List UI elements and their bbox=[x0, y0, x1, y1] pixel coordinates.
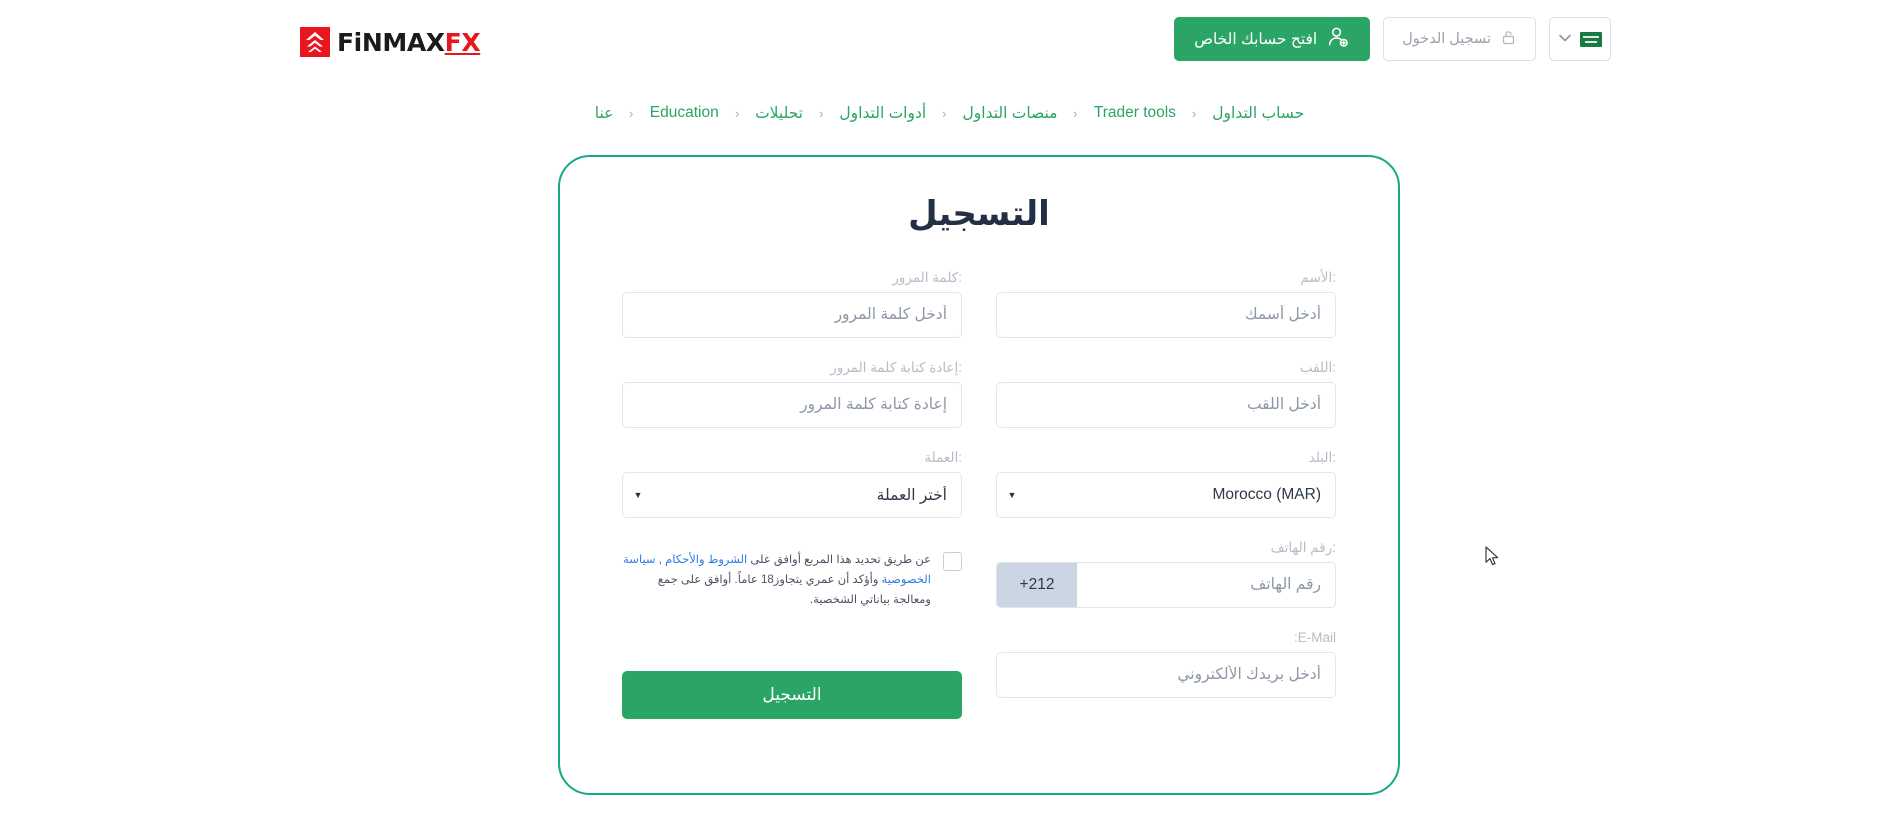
currency-select[interactable]: أختر العملة ▼ bbox=[622, 472, 962, 518]
registration-card: التسجيل :كلمة المرور :إعادة كتابة كلمة ا… bbox=[558, 155, 1400, 795]
nav-item-about-us[interactable]: عنا bbox=[579, 104, 630, 123]
terms-agreement: عن طريق تحديد هذا المربع أوافق على الشرو… bbox=[622, 550, 962, 610]
chevron-down-icon bbox=[1558, 34, 1571, 45]
logo-wordmark: FiNMAXFX bbox=[337, 27, 481, 57]
login-button[interactable]: تسجيل الدخول bbox=[1383, 17, 1536, 61]
nav-item-trading-instruments[interactable]: أدوات التداول bbox=[823, 104, 942, 123]
main-navigation: حساب التداول › Trader tools › منصات التد… bbox=[0, 88, 1899, 136]
page-title: التسجيل bbox=[908, 195, 1050, 233]
terms-text-part-1: عن طريق تحديد هذا المربع أوافق على bbox=[747, 554, 931, 566]
phone-control[interactable]: +212 bbox=[996, 562, 1336, 608]
password-repeat-label: :إعادة كتابة كلمة المرور bbox=[830, 360, 962, 375]
field-currency: :العملة أختر العملة ▼ bbox=[622, 449, 962, 518]
login-label: تسجيل الدخول bbox=[1402, 31, 1491, 47]
email-label: E-Mail: bbox=[1293, 630, 1336, 645]
mouse-pointer-icon bbox=[1485, 546, 1501, 568]
phone-country-code: +212 bbox=[997, 563, 1077, 607]
registration-form: :كلمة المرور :إعادة كتابة كلمة المرور :ا… bbox=[560, 269, 1398, 719]
header-actions: افتح حسابك الخاص تسجيل الدخول bbox=[1174, 17, 1611, 61]
nav-item-trading-platforms[interactable]: منصات التداول bbox=[947, 104, 1074, 123]
country-select[interactable]: Morocco (MAR) ▼ bbox=[996, 472, 1336, 518]
nav-item-analytics[interactable]: تحليلات bbox=[739, 104, 819, 123]
password-repeat-control[interactable] bbox=[622, 382, 962, 428]
currency-label: :العملة bbox=[924, 450, 962, 465]
email-input[interactable] bbox=[997, 653, 1335, 697]
site-logo[interactable]: FiNMAXFX bbox=[300, 27, 481, 57]
terms-checkbox[interactable] bbox=[943, 552, 962, 571]
logo-text-accent: FX bbox=[444, 27, 481, 57]
chevrons-up-icon bbox=[300, 27, 330, 57]
first-name-label: :الأسم bbox=[1300, 270, 1337, 285]
logo-text-main: FiNMAX bbox=[337, 27, 445, 57]
password-control[interactable] bbox=[622, 292, 962, 338]
terms-text: عن طريق تحديد هذا المربع أوافق على الشرو… bbox=[622, 550, 931, 610]
terms-and-conditions-link[interactable]: الشروط والأحكام bbox=[665, 554, 747, 566]
last-name-control[interactable] bbox=[996, 382, 1336, 428]
user-add-icon bbox=[1327, 25, 1350, 53]
form-column-right: :الأسم :اللقب :البلد Morocco (MAR) ▼ bbox=[996, 269, 1336, 719]
nav-separator-icon: › bbox=[819, 105, 824, 121]
phone-input[interactable] bbox=[1077, 563, 1335, 607]
nav-separator-icon: › bbox=[1073, 105, 1078, 121]
country-label: :البلد bbox=[1308, 450, 1336, 465]
field-country: :البلد Morocco (MAR) ▼ bbox=[996, 449, 1336, 518]
password-label: :كلمة المرور bbox=[892, 270, 962, 285]
language-switcher-button[interactable] bbox=[1549, 17, 1611, 61]
last-name-label: :اللقب bbox=[1299, 360, 1336, 375]
field-password-repeat: :إعادة كتابة كلمة المرور bbox=[622, 359, 962, 428]
terms-text-part-2: , bbox=[655, 554, 666, 566]
first-name-input[interactable] bbox=[997, 293, 1335, 337]
first-name-control[interactable] bbox=[996, 292, 1336, 338]
field-password: :كلمة المرور bbox=[622, 269, 962, 338]
nav-separator-icon: › bbox=[734, 105, 740, 121]
nav-item-trader-tools[interactable]: Trader tools bbox=[1078, 104, 1192, 122]
field-phone: :رقم الهاتف +212 bbox=[996, 539, 1336, 608]
email-control[interactable] bbox=[996, 652, 1336, 698]
nav-item-education[interactable]: Education bbox=[634, 104, 735, 122]
field-first-name: :الأسم bbox=[996, 269, 1336, 338]
caret-down-icon: ▼ bbox=[1007, 490, 1017, 500]
nav-item-trading-account[interactable]: حساب التداول bbox=[1196, 104, 1320, 123]
form-column-left: :كلمة المرور :إعادة كتابة كلمة المرور :ا… bbox=[622, 269, 962, 719]
country-selected-value: Morocco (MAR) bbox=[1212, 486, 1321, 503]
saudi-arabia-flag-icon bbox=[1579, 31, 1602, 47]
password-repeat-input[interactable] bbox=[623, 383, 961, 427]
nav-separator-icon: › bbox=[629, 105, 634, 121]
lock-icon bbox=[1500, 29, 1517, 50]
register-submit-button[interactable]: التسجيل bbox=[622, 671, 962, 719]
phone-label: :رقم الهاتف bbox=[1270, 540, 1336, 555]
password-input[interactable] bbox=[623, 293, 961, 337]
open-account-label: افتح حسابك الخاص bbox=[1194, 30, 1318, 48]
open-account-button[interactable]: افتح حسابك الخاص bbox=[1174, 17, 1371, 61]
nav-separator-icon: › bbox=[1191, 105, 1197, 121]
field-last-name: :اللقب bbox=[996, 359, 1336, 428]
field-email: E-Mail: bbox=[996, 629, 1336, 698]
currency-selected-value: أختر العملة bbox=[876, 486, 947, 504]
site-header: FiNMAXFX افتح حسابك الخاص تسجيل الدخول bbox=[0, 0, 1899, 88]
nav-separator-icon: › bbox=[942, 105, 947, 121]
last-name-input[interactable] bbox=[997, 383, 1335, 427]
caret-down-icon: ▼ bbox=[633, 490, 643, 500]
